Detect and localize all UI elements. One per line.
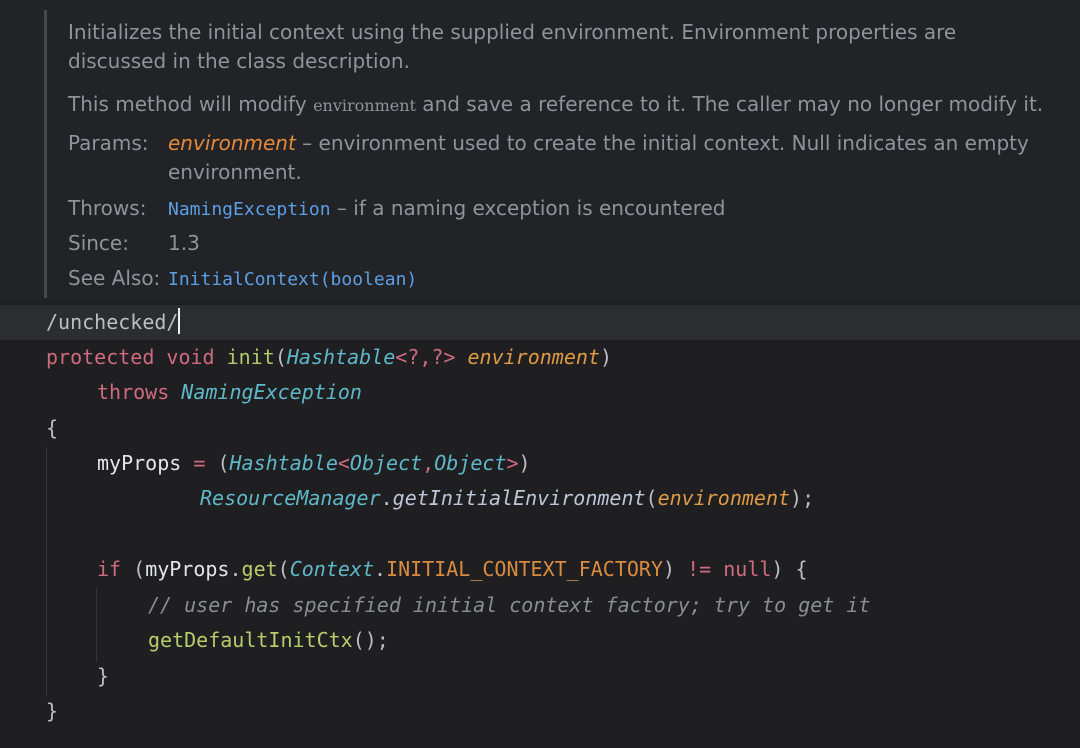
generic-wildcards: <?,?> xyxy=(395,345,456,369)
brace-open: { xyxy=(795,557,808,581)
type-hashtable: Hashtable xyxy=(229,451,338,475)
doc-param-name: environment xyxy=(168,131,296,155)
class-resource-manager: ResourceManager xyxy=(200,486,381,510)
type-hashtable: Hashtable xyxy=(286,345,396,369)
paren-open: ( xyxy=(645,486,658,510)
dot: . xyxy=(374,557,387,581)
code-line-close-if[interactable]: } xyxy=(0,659,1080,694)
doc-description-line2: discussed in the class description. xyxy=(68,49,410,73)
generic-lt: < xyxy=(337,451,350,475)
dot: . xyxy=(380,486,393,510)
code-line-method-signature[interactable]: protected void init(Hashtable<?,?> envir… xyxy=(0,340,1080,375)
dot: . xyxy=(229,557,242,581)
doc-see-also-label: See Also: xyxy=(68,266,161,290)
doc-since-label: Since: xyxy=(68,231,129,255)
paren-close-semicolon: ); xyxy=(790,486,815,510)
cast-close: ) xyxy=(518,451,531,475)
type-naming-exception: NamingException xyxy=(181,380,362,404)
type-object: Object xyxy=(349,451,423,475)
doc-param-desc-line1: – environment used to create the initial… xyxy=(295,131,1029,155)
method-get: get xyxy=(241,557,278,581)
comment-text: // user has specified initial context fa… xyxy=(148,593,871,617)
operator-not-equal: != xyxy=(687,557,712,581)
brace-close: } xyxy=(46,699,59,723)
doc-note-after: and save a reference to it. The caller m… xyxy=(415,92,1044,116)
doc-throws-label: Throws: xyxy=(68,196,147,220)
code-line-throws[interactable]: throws NamingException xyxy=(0,375,1080,410)
text-caret xyxy=(178,308,181,334)
code-line-assignment[interactable]: myProps = (Hashtable<Object,Object>) xyxy=(0,446,1080,481)
code-line-resource-manager[interactable]: ResourceManager.getInitialEnvironment(en… xyxy=(0,481,1080,516)
doc-description-line1: Initializes the initial context using th… xyxy=(68,20,957,44)
code-line-call[interactable]: getDefaultInitCtx(); xyxy=(0,623,1080,658)
call-parens: (); xyxy=(352,628,389,652)
doc-params-label: Params: xyxy=(68,131,149,155)
paren-open: ( xyxy=(133,557,146,581)
method-get-default-init-ctx: getDefaultInitCtx xyxy=(148,628,353,652)
keyword-void: void xyxy=(166,345,215,369)
doc-since-value: 1.3 xyxy=(168,231,200,255)
doc-see-also-link[interactable]: InitialContext(boolean) xyxy=(168,269,417,290)
generic-gt: > xyxy=(506,451,519,475)
keyword-throws: throws xyxy=(97,380,170,404)
paren-close: ) xyxy=(663,557,676,581)
param-environment: environment xyxy=(467,345,600,369)
brace-close: } xyxy=(97,664,110,688)
keyword-null: null xyxy=(723,557,772,581)
var-myprops: myProps xyxy=(97,451,182,475)
operator-assign: = xyxy=(193,451,206,475)
doc-see-also-line: InitialContext(boolean) xyxy=(168,264,417,294)
annotation-text: /unchecked/ xyxy=(46,310,179,334)
javadoc-left-bar xyxy=(44,10,47,298)
paren-close: ) xyxy=(771,557,784,581)
doc-param-desc-line2: environment. xyxy=(168,160,302,184)
code-line-close-method[interactable]: } xyxy=(0,694,1080,729)
paren-close: ) xyxy=(599,345,612,369)
generic-comma: , xyxy=(422,451,435,475)
doc-throws-desc: – if a naming exception is encountered xyxy=(330,196,726,220)
code-line-comment[interactable]: // user has specified initial context fa… xyxy=(0,588,1080,623)
code-line-open-brace[interactable]: { xyxy=(0,411,1080,446)
code-line-annotation[interactable]: /unchecked/ xyxy=(0,305,1080,340)
javadoc-block: Initializes the initial context using th… xyxy=(0,0,1080,302)
method-get-initial-environment: getInitialEnvironment xyxy=(392,486,646,510)
type-object: Object xyxy=(434,451,507,475)
keyword-if: if xyxy=(97,557,122,581)
doc-note: This method will modify environment and … xyxy=(68,90,1043,120)
doc-throws-line: NamingException – if a naming exception … xyxy=(168,194,725,224)
doc-note-before: This method will modify xyxy=(68,92,314,116)
doc-throws-link[interactable]: NamingException xyxy=(168,199,331,220)
code-line-if[interactable]: if (myProps.get(Context.INITIAL_CONTEXT_… xyxy=(0,552,1080,587)
brace-open: { xyxy=(46,416,59,440)
code-editor[interactable]: Initializes the initial context using th… xyxy=(0,0,1080,748)
paren-open: ( xyxy=(277,557,290,581)
doc-note-code: environment xyxy=(313,96,416,115)
arg-environment: environment xyxy=(657,486,791,510)
doc-param-line1: environment – environment used to create… xyxy=(168,129,1029,158)
keyword-protected: protected xyxy=(46,345,155,369)
class-context: Context xyxy=(289,557,374,581)
var-myprops: myProps xyxy=(145,557,230,581)
constant-initial-context-factory: INITIAL_CONTEXT_FACTORY xyxy=(386,557,663,581)
method-name-init: init xyxy=(226,345,275,369)
cast-open: ( xyxy=(217,451,230,475)
paren-open: ( xyxy=(274,345,287,369)
